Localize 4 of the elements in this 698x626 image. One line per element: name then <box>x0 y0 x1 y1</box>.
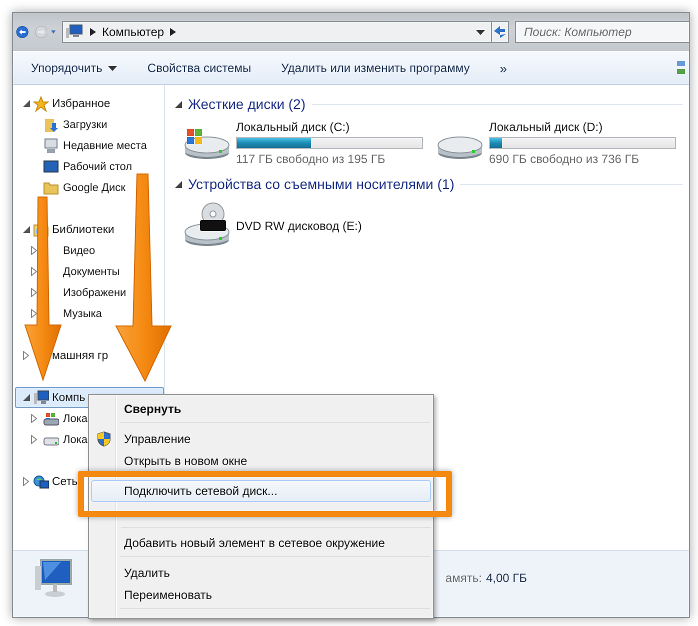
free-space-text: 690 ГБ свободно из 736 ГБ <box>489 152 640 166</box>
detail-label: амять: <box>445 571 482 585</box>
free-space-text: 117 ГБ свободно из 195 ГБ <box>236 152 386 166</box>
detail-value: 4,00 ГБ <box>486 571 527 585</box>
